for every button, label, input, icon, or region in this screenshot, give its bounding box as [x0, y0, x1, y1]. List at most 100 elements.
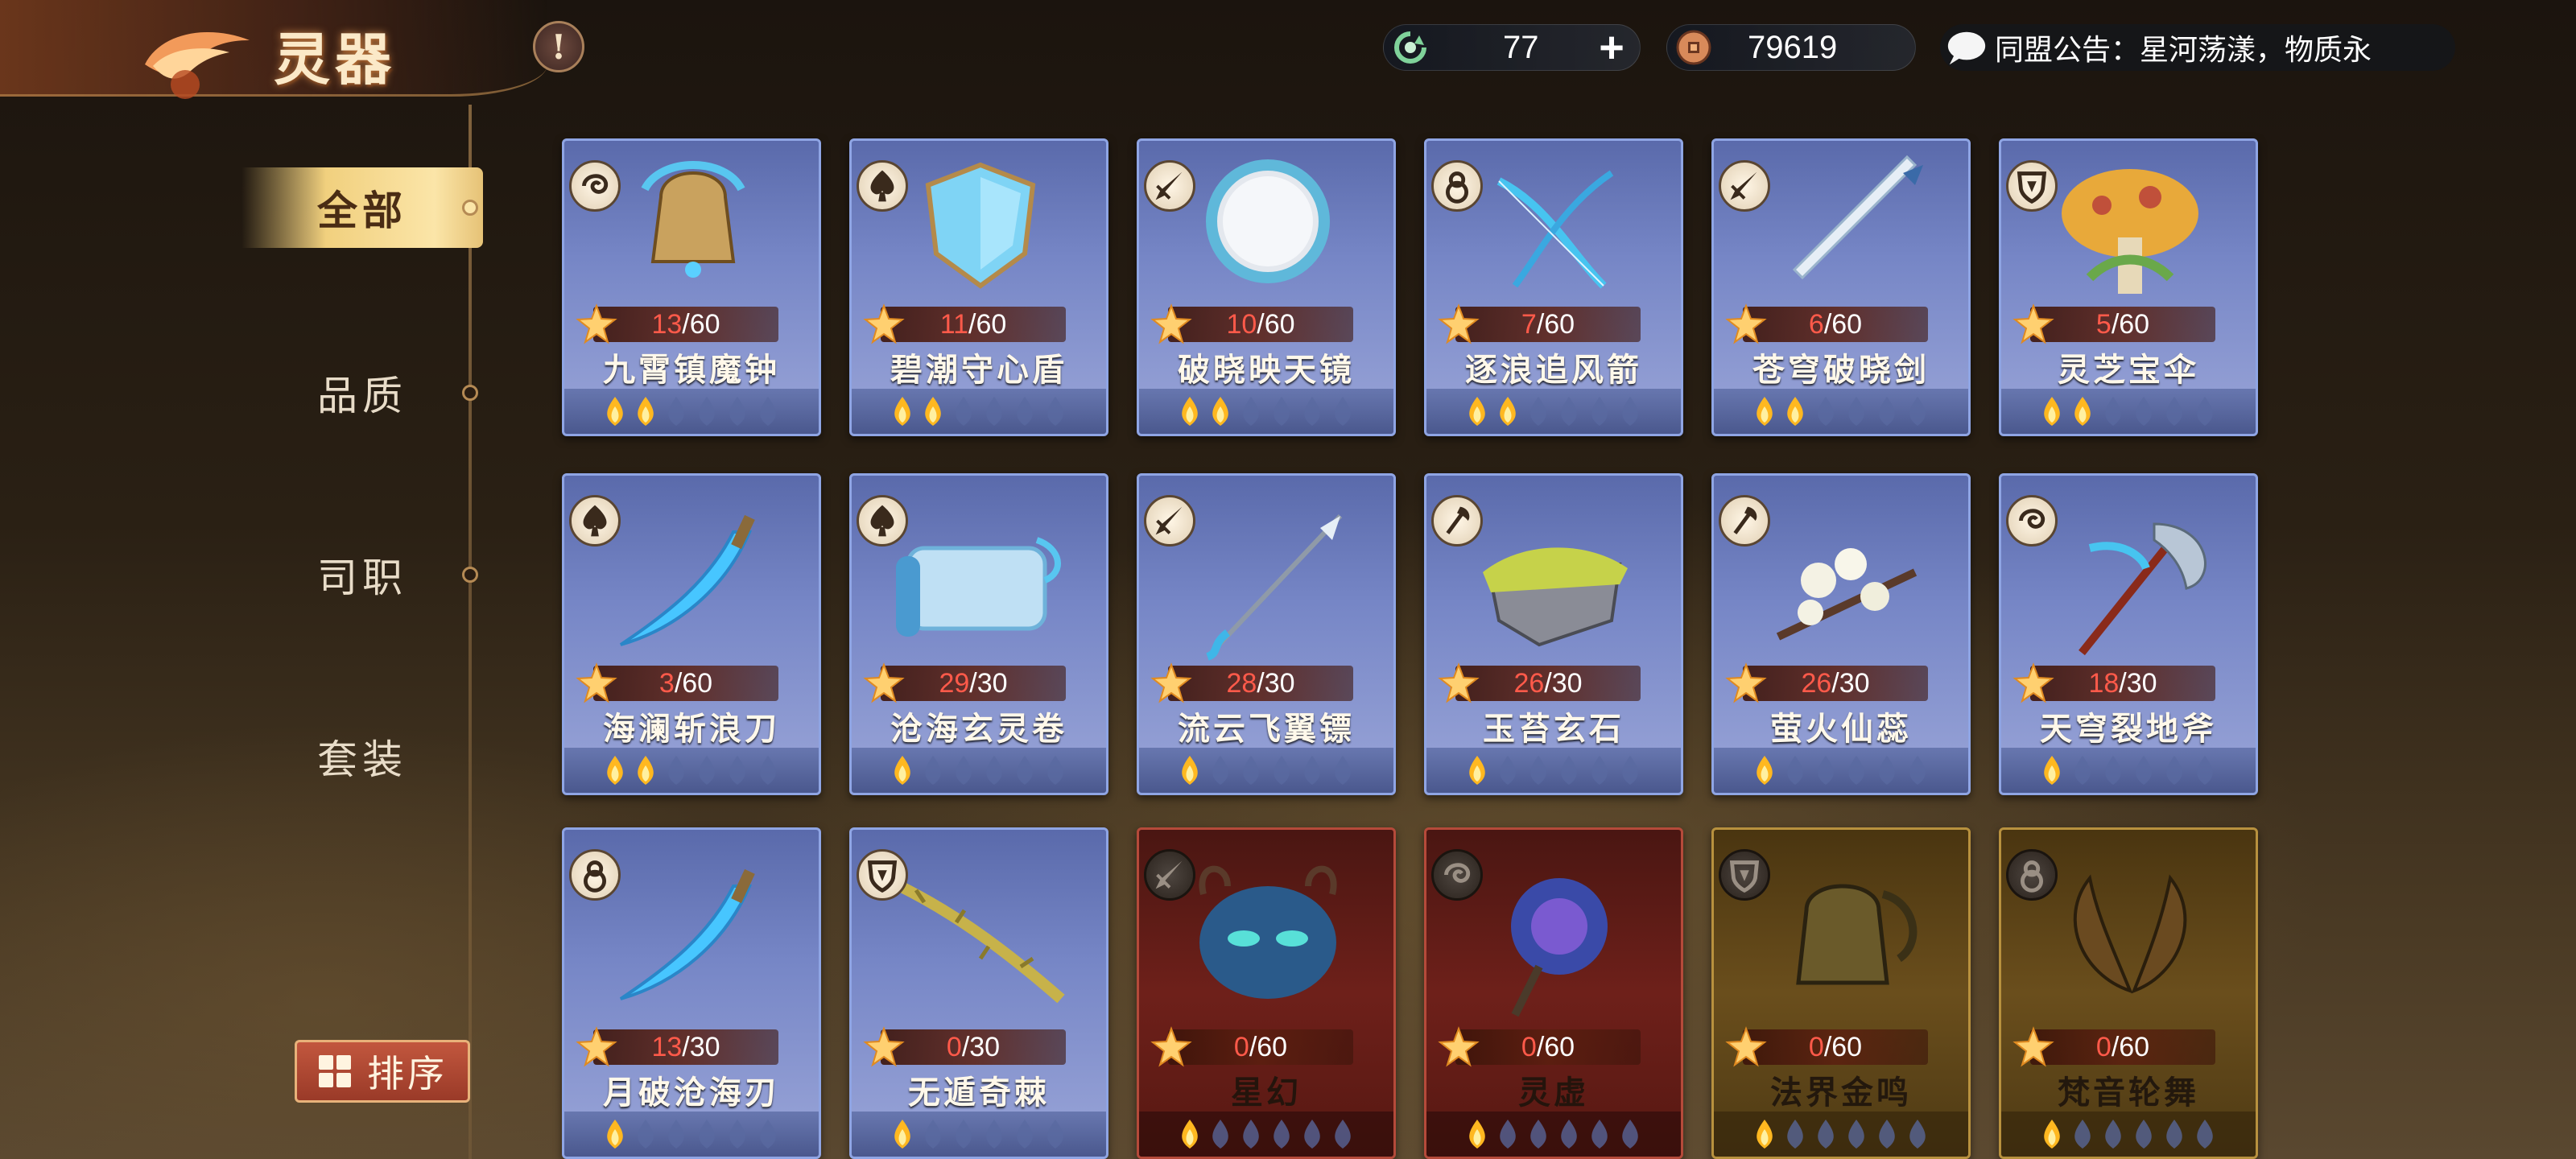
tab-set[interactable]: 套装	[242, 716, 483, 797]
spirit-drop-icon	[925, 397, 941, 426]
tab-set-label: 套装	[317, 736, 407, 783]
artifact-card[interactable]: 13/60 九霄镇魔钟	[562, 138, 821, 436]
spirit-drop-icon	[1818, 756, 1834, 785]
artifact-card[interactable]: 6/60 苍穹破晓剑	[1711, 138, 1971, 436]
level-bar: 0/60	[1725, 1026, 1928, 1067]
spirit-drop-icon	[1879, 397, 1895, 426]
alliance-notice[interactable]: 同盟公告：星河荡漾，物质永	[1940, 24, 2455, 71]
artifact-name: 逐浪追风箭	[1465, 351, 1642, 389]
level-max: /30	[1544, 667, 1583, 699]
spirit-drop-icon	[1591, 397, 1608, 426]
tab-role[interactable]: 司职	[242, 534, 483, 615]
spirit-drop-icon	[638, 397, 654, 426]
artifact-card[interactable]: 0/60 灵虚	[1424, 827, 1683, 1159]
artifact-card[interactable]: 0/30 无遁奇棘	[849, 827, 1108, 1159]
artifact-name: 苍穹破晓剑	[1752, 351, 1930, 389]
level-max: /30	[969, 667, 1008, 699]
artifact-card[interactable]: 28/30 流云飞翼镖	[1137, 473, 1396, 795]
star-icon	[863, 303, 905, 344]
level-current: 7	[1521, 308, 1537, 340]
info-button[interactable]: !	[533, 21, 584, 72]
artifact-card[interactable]: 0/60 梵音轮舞	[1999, 827, 2258, 1159]
spirit-drop-row	[1139, 389, 1393, 434]
spirit-drop-icon	[607, 756, 623, 785]
tab-quality[interactable]: 品质	[242, 353, 483, 433]
artifact-card[interactable]: 29/30 沧海玄灵卷	[849, 473, 1108, 795]
add-energy-button[interactable]: +	[1591, 26, 1632, 69]
artifact-card[interactable]: 13/30 月破沧海刃	[562, 827, 821, 1159]
notice-text: 同盟公告：星河荡漾，物质永	[1995, 34, 2372, 67]
spirit-drop-icon	[729, 756, 745, 785]
spirit-drop-icon	[1591, 756, 1608, 785]
spirit-drop-icon	[1909, 397, 1926, 426]
star-icon	[1438, 303, 1480, 344]
spirit-drop-icon	[760, 397, 776, 426]
spirit-drop-icon	[1561, 397, 1577, 426]
level-current: 28	[1226, 667, 1257, 699]
spirit-drop-icon	[2074, 397, 2091, 426]
spirit-drop-icon	[1047, 1120, 1063, 1149]
level-current: 0	[1808, 1031, 1824, 1062]
spirit-drop-row	[852, 748, 1106, 793]
level-max: /60	[2111, 308, 2150, 340]
spirit-drop-icon	[986, 1120, 1002, 1149]
spirit-drop-row	[1139, 748, 1393, 793]
level-max: /60	[1823, 1031, 1863, 1062]
artifact-card[interactable]: 0/60 法界金鸣	[1711, 827, 1971, 1159]
artifact-card[interactable]: 26/30 萤火仙蕊	[1711, 473, 1971, 795]
artifact-card[interactable]: 5/60 灵芝宝伞	[1999, 138, 2258, 436]
level-current: 11	[939, 308, 969, 340]
shield-crest-icon	[1719, 849, 1770, 901]
coin-value: 79619	[1748, 29, 1838, 65]
grid-icon	[319, 1055, 351, 1087]
level-bar: 13/30	[576, 1026, 778, 1067]
spirit-drop-icon	[668, 1120, 684, 1149]
level-current: 26	[1513, 667, 1545, 699]
level-bar: 26/30	[1438, 662, 1641, 703]
spirit-drop-icon	[1304, 756, 1320, 785]
star-icon	[2013, 303, 2054, 344]
spirit-drop-icon	[925, 1120, 941, 1149]
artifact-name: 海澜斩浪刀	[603, 710, 780, 748]
spirit-drop-icon	[1530, 397, 1546, 426]
level-max: /60	[1536, 308, 1575, 340]
spirit-drop-icon	[1909, 1120, 1926, 1149]
spirit-drop-icon	[607, 397, 623, 426]
artifact-card[interactable]: 10/60 破晓映天镜	[1137, 138, 1396, 436]
artifact-card[interactable]: 3/60 海澜斩浪刀	[562, 473, 821, 795]
spirit-drop-row	[852, 1112, 1106, 1157]
spirit-drop-row	[1714, 389, 1968, 434]
level-current: 0	[1521, 1031, 1537, 1062]
spirit-drop-icon	[1047, 756, 1063, 785]
spirit-drop-icon	[2197, 756, 2213, 785]
spirit-drop-icon	[986, 397, 1002, 426]
spirit-drop-icon	[1500, 397, 1516, 426]
spirit-drop-icon	[668, 397, 684, 426]
spade-icon	[569, 495, 621, 547]
level-max: /30	[2119, 667, 2157, 699]
artifact-card[interactable]: 26/30 玉苔玄石	[1424, 473, 1683, 795]
sort-button[interactable]: 排序	[295, 1040, 470, 1103]
artifact-name: 无遁奇棘	[908, 1074, 1050, 1112]
level-bar: 13/60	[576, 303, 778, 344]
sort-label: 排序	[367, 1052, 448, 1095]
exclamation-icon: !	[551, 27, 567, 67]
spirit-drop-icon	[1879, 1120, 1895, 1149]
artifact-name: 灵虚	[1518, 1074, 1589, 1112]
spirit-drop-row	[2001, 389, 2256, 434]
level-bar: 11/60	[863, 303, 1066, 344]
spirit-drop-icon	[2074, 756, 2091, 785]
spirit-drop-icon	[2074, 1120, 2091, 1149]
tab-all[interactable]: 全部	[242, 167, 483, 248]
coin-icon	[1672, 26, 1715, 69]
star-icon	[1150, 303, 1192, 344]
artifact-card[interactable]: 18/30 天穹裂地斧	[1999, 473, 2258, 795]
spirit-drop-icon	[1757, 1120, 1773, 1149]
artifact-card[interactable]: 7/60 逐浪追风箭	[1424, 138, 1683, 436]
level-max: /60	[968, 308, 1007, 340]
artifact-card[interactable]: 11/60 碧潮守心盾	[849, 138, 1108, 436]
spirit-drop-icon	[1335, 756, 1351, 785]
spirit-drop-icon	[1212, 1120, 1228, 1149]
level-bar: 0/60	[2013, 1026, 2215, 1067]
artifact-card[interactable]: 0/60 星幻	[1137, 827, 1396, 1159]
